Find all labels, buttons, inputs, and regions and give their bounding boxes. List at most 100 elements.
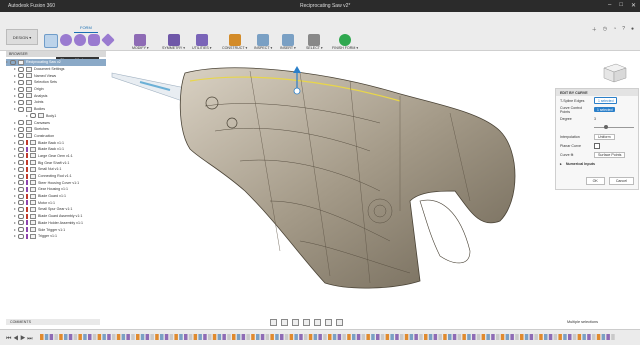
degree-slider[interactable] [594, 125, 634, 129]
browser-item[interactable]: Origin [6, 86, 106, 93]
browser-item[interactable]: Trigger v1:1 [6, 233, 106, 240]
ok-button[interactable]: OK [585, 177, 605, 185]
viewports-icon[interactable] [336, 319, 343, 326]
pan-icon[interactable] [281, 319, 288, 326]
grid-icon[interactable] [325, 319, 332, 326]
expand-arrow-icon[interactable] [14, 148, 16, 151]
browser-item[interactable]: Canvases [6, 119, 106, 126]
browser-item[interactable]: Blade Guard v1:1 [6, 193, 106, 200]
expand-arrow-icon[interactable] [14, 74, 16, 77]
ribbon-finish-form[interactable]: FINISH FORM ▾ [332, 34, 358, 50]
browser-item[interactable]: Reciprocating Saw v2 [6, 59, 106, 66]
ribbon-inspect[interactable]: INSPECT ▾ [254, 34, 272, 50]
visibility-eye-icon[interactable] [18, 220, 24, 226]
tspline-edges-selector[interactable]: 1 selected [594, 97, 618, 104]
visibility-eye-icon[interactable] [18, 233, 24, 239]
plus-icon[interactable]: ＋ [592, 26, 597, 33]
expand-arrow-icon[interactable] [14, 81, 16, 84]
visibility-eye-icon[interactable] [18, 133, 24, 139]
expand-arrow-icon[interactable] [14, 141, 16, 144]
expand-arrow-icon[interactable] [14, 188, 16, 191]
tab-form[interactable]: FORM [74, 25, 98, 33]
control-points-selector[interactable]: 1 selected [594, 107, 616, 112]
comments-bar[interactable]: COMMENTS [6, 319, 100, 325]
saw-body-model[interactable] [179, 67, 516, 289]
browser-item[interactable]: Joints [6, 99, 106, 106]
ribbon-construct[interactable]: CONSTRUCT ▾ [222, 34, 247, 50]
browser-item[interactable]: Analysis [6, 92, 106, 99]
zoom-icon[interactable] [292, 319, 299, 326]
expand-arrow-icon[interactable] [14, 215, 16, 218]
expand-arrow-icon[interactable] [14, 134, 16, 137]
visibility-eye-icon[interactable] [18, 160, 24, 166]
create-cylinder-icon[interactable] [60, 34, 72, 46]
close-icon[interactable]: ✕ [631, 2, 636, 9]
visibility-eye-icon[interactable] [18, 173, 24, 179]
visibility-eye-icon[interactable] [18, 86, 24, 92]
timeline-bar[interactable]: ⏮ ◀ ▶ ⏭ [0, 329, 640, 345]
expand-arrow-icon[interactable] [14, 88, 16, 91]
ribbon-select[interactable]: SELECT ▾ [306, 34, 323, 50]
visibility-eye-icon[interactable] [18, 120, 24, 126]
browser-item[interactable]: Large Gear Oem v1:1 [6, 153, 106, 160]
browser-item[interactable]: Blade Guard Assembly v1:1 [6, 213, 106, 220]
expand-arrow-icon[interactable] [26, 114, 28, 117]
help-icon[interactable]: ? [622, 26, 625, 33]
browser-item[interactable]: Connecting Rod v1:1 [6, 173, 106, 180]
browser-item[interactable]: Body1 [6, 113, 106, 120]
bell-icon[interactable]: ◔ [613, 26, 616, 33]
expand-arrow-icon[interactable] [14, 228, 16, 231]
expand-arrow-icon[interactable] [14, 168, 16, 171]
visibility-eye-icon[interactable] [18, 93, 24, 99]
expand-arrow-icon[interactable] [14, 161, 16, 164]
clock-icon[interactable]: ◷ [603, 26, 607, 33]
expand-arrow-icon[interactable] [14, 195, 16, 198]
browser-item[interactable]: Gear Housing v1:1 [6, 186, 106, 193]
fit-icon[interactable] [303, 319, 310, 326]
browser-item[interactable]: Named Views [6, 72, 106, 79]
browser-item[interactable]: Selection Sets [6, 79, 106, 86]
expand-arrow-icon[interactable] [14, 128, 16, 131]
visibility-eye-icon[interactable] [30, 113, 36, 119]
browser-item[interactable]: Construction [6, 133, 106, 140]
display-settings-icon[interactable] [314, 319, 321, 326]
browser-item[interactable]: Bodies [6, 106, 106, 113]
expand-arrow-icon[interactable] [14, 94, 16, 97]
visibility-eye-icon[interactable] [18, 79, 24, 85]
browser-item[interactable]: Document Settings [6, 66, 106, 73]
visibility-eye-icon[interactable] [18, 99, 24, 105]
browser-item[interactable]: Blade Holder Assembly v1:1 [6, 220, 106, 227]
visibility-eye-icon[interactable] [18, 180, 24, 186]
browser-item[interactable]: Small Nut v1:1 [6, 166, 106, 173]
browser-item[interactable]: Small Spur Gear v1:1 [6, 206, 106, 213]
visibility-eye-icon[interactable] [18, 206, 24, 212]
maximize-icon[interactable]: □ [619, 2, 623, 9]
create-sphere-icon[interactable] [74, 34, 86, 46]
expand-arrow-icon[interactable] [14, 108, 16, 111]
visibility-eye-icon[interactable] [18, 227, 24, 233]
browser-item[interactable]: Blade Back v1:1 [6, 146, 106, 153]
expand-arrow-icon[interactable] [14, 68, 16, 71]
visibility-eye-icon[interactable] [18, 146, 24, 152]
expand-arrow-icon[interactable] [6, 61, 8, 64]
expand-arrow-icon[interactable] [14, 181, 16, 184]
browser-item[interactable]: Motor v1:1 [6, 199, 106, 206]
planar-curve-checkbox[interactable] [594, 142, 600, 149]
visibility-eye-icon[interactable] [18, 140, 24, 146]
browser-item[interactable]: Side Trigger v1:1 [6, 226, 106, 233]
interpolation-dropdown[interactable]: Uniform [594, 133, 615, 140]
workspace-switcher[interactable]: DESIGN ▾ [6, 29, 38, 45]
visibility-eye-icon[interactable] [18, 66, 24, 72]
expand-arrow-icon[interactable] [14, 235, 16, 238]
ribbon-insert[interactable]: INSERT ▾ [280, 34, 296, 50]
ribbon-modify[interactable]: MODIFY ▾ [132, 34, 149, 50]
create-quadball-icon[interactable] [101, 33, 115, 47]
visibility-eye-icon[interactable] [18, 73, 24, 79]
expand-arrow-icon[interactable] [14, 175, 16, 178]
browser-item[interactable]: Sketches [6, 126, 106, 133]
browser-item[interactable]: Big Gear Shaft v1:1 [6, 159, 106, 166]
expand-arrow-icon[interactable] [14, 101, 16, 104]
visibility-eye-icon[interactable] [18, 166, 24, 172]
create-torus-icon[interactable] [88, 34, 100, 46]
curve-fit-dropdown[interactable]: Surface Points [594, 151, 626, 158]
